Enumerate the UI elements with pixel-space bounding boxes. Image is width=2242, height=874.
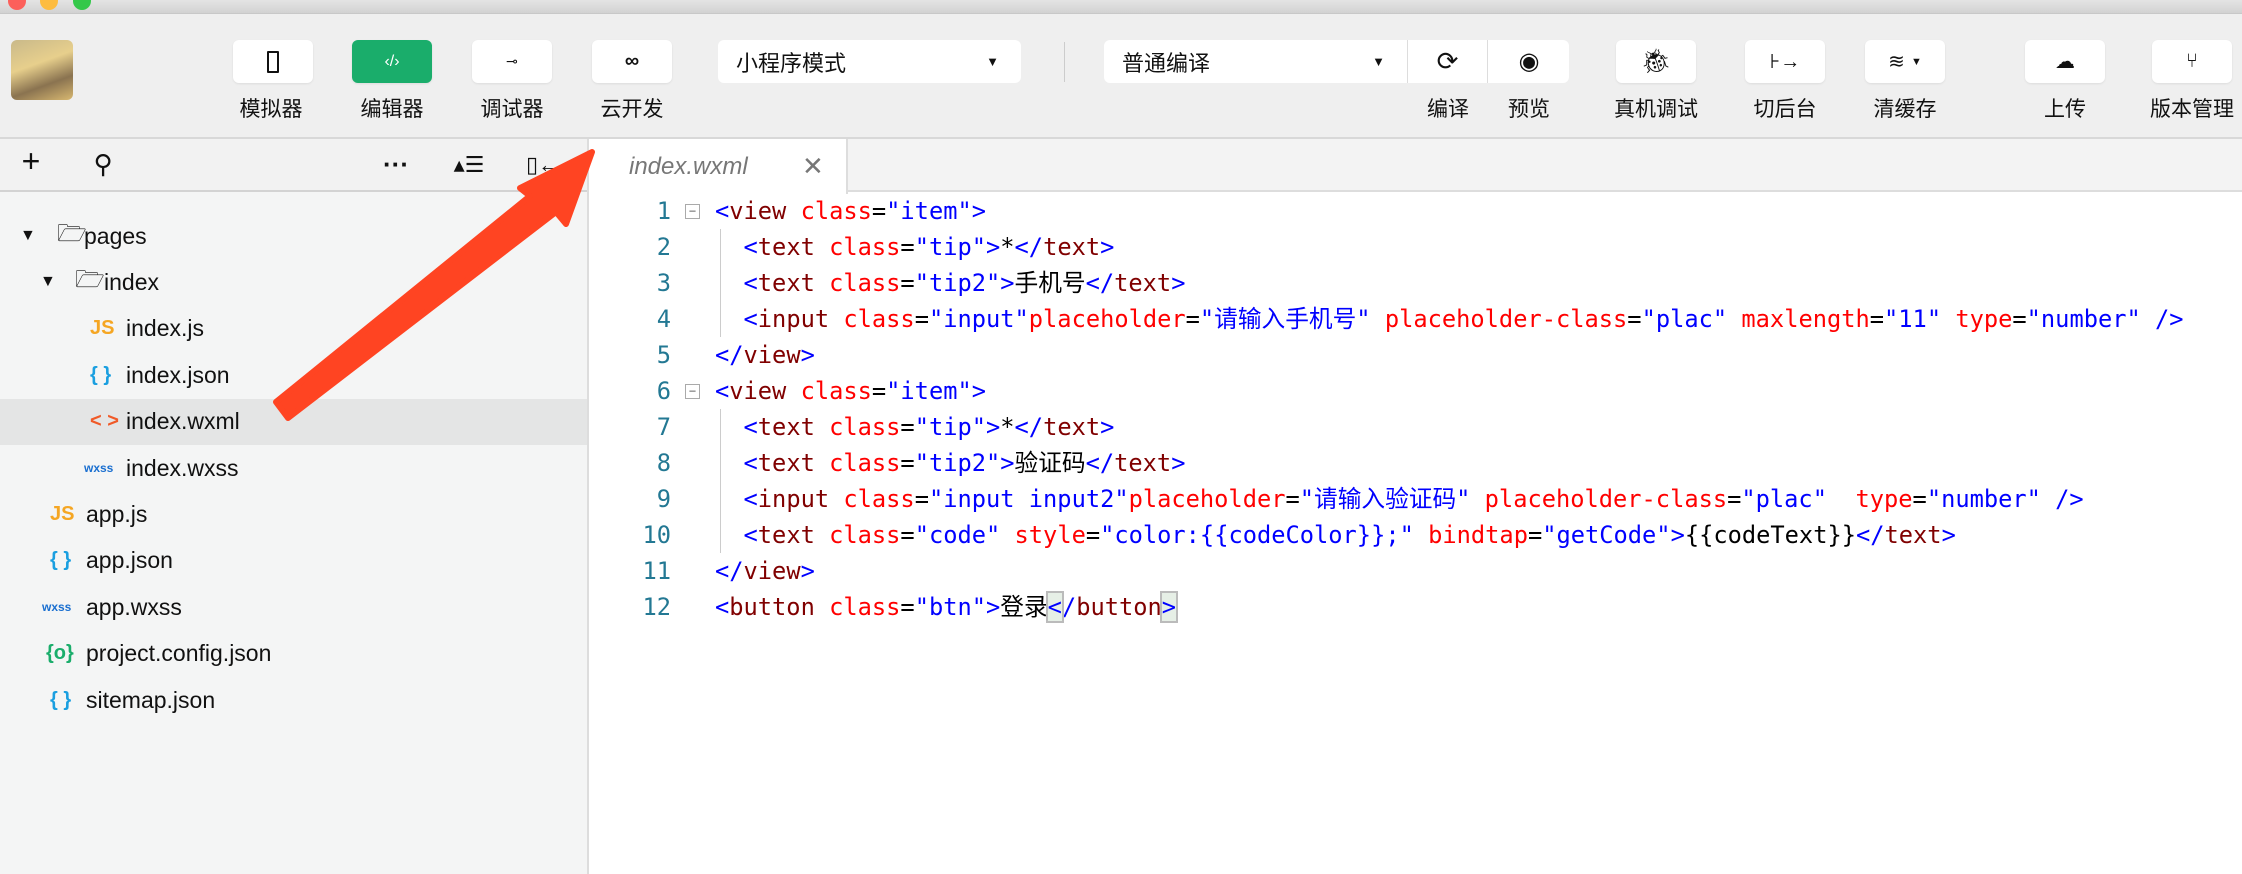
arrow-shape	[273, 149, 595, 421]
annotation-arrow	[273, 149, 595, 421]
